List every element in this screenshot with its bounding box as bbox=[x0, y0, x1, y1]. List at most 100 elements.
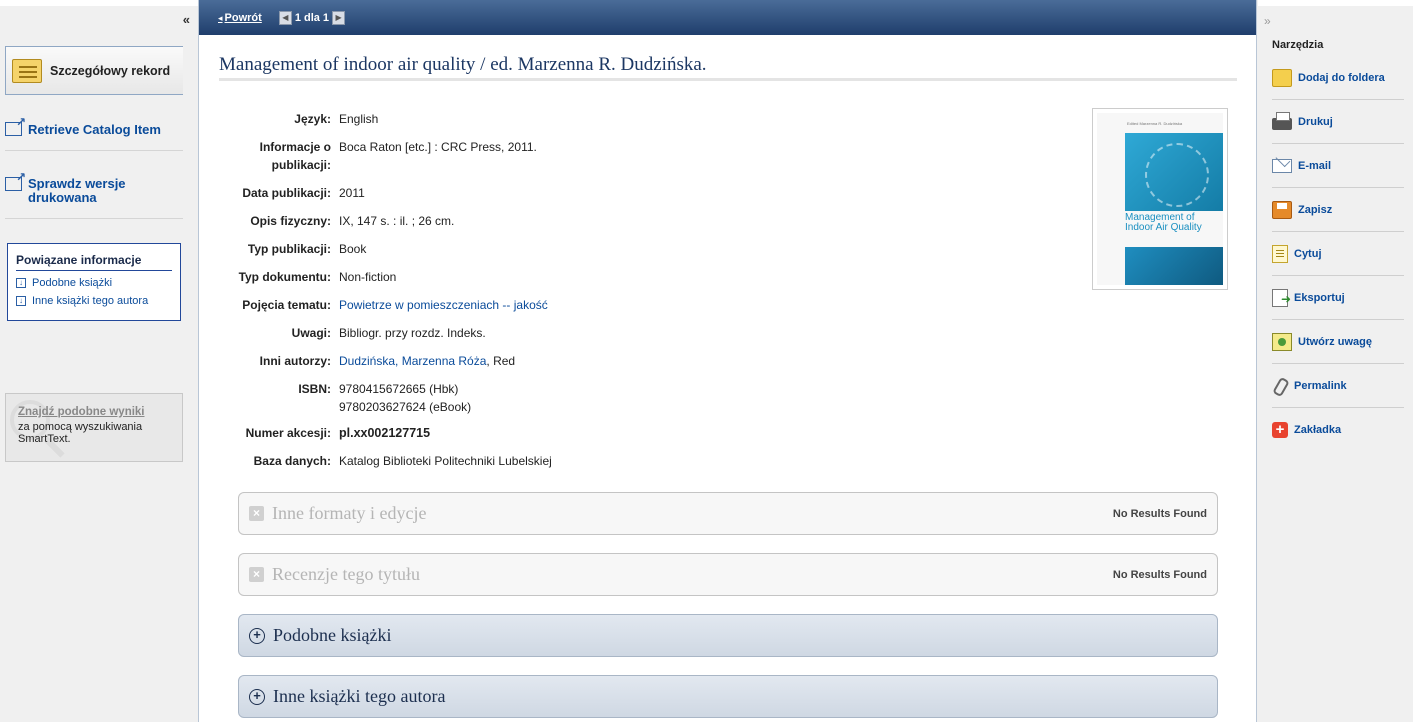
panel-reviews: × Recenzje tego tytułu No Results Found bbox=[238, 553, 1218, 596]
floppy-disk-icon bbox=[1272, 200, 1292, 219]
field-label: Uwagi: bbox=[291, 326, 331, 340]
tool-print[interactable]: Drukuj bbox=[1272, 100, 1404, 144]
expand-plus-icon[interactable]: + bbox=[249, 627, 265, 644]
tool-label: Cytuj bbox=[1294, 247, 1322, 260]
record-card-icon bbox=[12, 58, 42, 83]
author-role: , Red bbox=[486, 354, 516, 368]
field-label: Inni autorzy: bbox=[259, 354, 331, 368]
book-cover-image: Edited Marzenna R. Dudzińska Management … bbox=[1097, 113, 1223, 285]
related-info-title: Powiązane informacje bbox=[16, 253, 172, 271]
field-value: English bbox=[339, 112, 379, 126]
record-title: Management of indoor air quality / ed. M… bbox=[219, 54, 707, 75]
divider bbox=[5, 218, 183, 219]
author-link[interactable]: Dudzińska, Marzenna Róża bbox=[339, 354, 486, 368]
citation-icon bbox=[1272, 244, 1288, 263]
panel-author-books[interactable]: + Inne książki tego autora bbox=[238, 675, 1218, 718]
detailed-record-tab[interactable]: Szczegółowy rekord bbox=[5, 46, 183, 95]
field-value: Dudzińska, Marzenna Róża, Red bbox=[339, 352, 515, 370]
related-info-box: Powiązane informacje ↓ Podobne książki ↓… bbox=[7, 243, 181, 321]
field-row: Opis fizyczny: IX, 147 s. : il. ; 26 cm. bbox=[219, 212, 1039, 230]
book-cover[interactable]: Edited Marzenna R. Dudzińska Management … bbox=[1092, 108, 1228, 290]
field-label: Informacje o publikacji: bbox=[259, 140, 331, 172]
expand-plus-icon[interactable]: + bbox=[249, 688, 265, 705]
field-row: Inni autorzy: Dudzińska, Marzenna Róża, … bbox=[219, 352, 1039, 370]
field-value: 9780415672665 (Hbk) 9780203627624 (eBook… bbox=[339, 380, 471, 416]
field-value: IX, 147 s. : il. ; 26 cm. bbox=[339, 214, 455, 228]
check-print-version-link[interactable]: Sprawdz wersje drukowana bbox=[5, 170, 155, 205]
tool-email[interactable]: E-mail bbox=[1272, 144, 1404, 188]
cover-bottom-illustration bbox=[1125, 247, 1223, 285]
tool-export[interactable]: Eksportuj bbox=[1272, 276, 1404, 320]
field-row: Pojęcia tematu: Powietrze w pomieszczeni… bbox=[219, 296, 1039, 314]
export-icon bbox=[1272, 288, 1291, 307]
panel-title: Recenzje tego tytułu bbox=[272, 564, 420, 584]
panel-other-formats: × Inne formaty i edycje No Results Found bbox=[238, 492, 1218, 535]
related-item-label: Inne książki tego autora bbox=[32, 295, 149, 307]
tool-cite[interactable]: Cytuj bbox=[1272, 232, 1404, 276]
field-value: Katalog Biblioteki Politechniki Lubelski… bbox=[339, 454, 552, 468]
related-item-label: Podobne książki bbox=[32, 277, 113, 289]
back-link[interactable]: Powrót bbox=[218, 12, 262, 24]
smarttext-description: za pomocą wyszukiwania SmartText. bbox=[18, 421, 143, 445]
panel-title: Inne książki tego autora bbox=[273, 686, 446, 706]
tool-label: Permalink bbox=[1294, 379, 1347, 392]
disabled-x-icon: × bbox=[249, 567, 264, 582]
right-sidebar: » Narzędzia Dodaj do foldera Drukuj E-ma… bbox=[1258, 0, 1413, 722]
field-label: Baza danych: bbox=[253, 454, 331, 468]
cover-editor: Edited Marzenna R. Dudzińska bbox=[1127, 121, 1183, 126]
expand-sidebar-icon[interactable]: » bbox=[1264, 14, 1271, 28]
field-value: Bibliogr. przy rozdz. Indeks. bbox=[339, 326, 486, 340]
field-row: Data publikacji: 2011 bbox=[219, 184, 1039, 202]
field-label: Pojęcia tematu: bbox=[242, 298, 331, 312]
subject-link[interactable]: Powietrze w pomieszczeniach -- jakość bbox=[339, 296, 548, 314]
tool-label: Utwórz uwagę bbox=[1298, 335, 1372, 348]
collapse-sidebar-icon[interactable]: « bbox=[183, 12, 190, 27]
field-label: Język: bbox=[294, 112, 331, 126]
detailed-record-label: Szczegółowy rekord bbox=[50, 63, 171, 78]
retrieve-catalog-item-label: Retrieve Catalog Item bbox=[28, 122, 161, 137]
tools-heading: Narzędzia bbox=[1272, 39, 1324, 51]
field-row: Numer akcesji: pl.xx002127715 bbox=[219, 424, 1039, 442]
tool-label: E-mail bbox=[1298, 159, 1332, 172]
top-navigation-bar: Powrót ◀ 1 dla 1 ▶ bbox=[199, 0, 1256, 35]
field-value: Book bbox=[339, 242, 367, 256]
next-record-button[interactable]: ▶ bbox=[332, 10, 346, 25]
printer-icon bbox=[1272, 111, 1292, 130]
field-value: Boca Raton [etc.] : CRC Press, 2011. bbox=[339, 140, 537, 154]
retrieve-catalog-item-link[interactable]: Retrieve Catalog Item bbox=[5, 115, 183, 137]
bookmark-plus-icon: + bbox=[1272, 422, 1288, 438]
related-author-books-link[interactable]: ↓ Inne książki tego autora bbox=[16, 295, 172, 307]
panel-title: Podobne książki bbox=[273, 625, 392, 645]
record-fields: Język: English Informacje o publikacji: … bbox=[219, 110, 1039, 480]
previous-record-button[interactable]: ◀ bbox=[278, 10, 292, 25]
field-label: ISBN: bbox=[298, 382, 331, 396]
field-value: Non-fiction bbox=[339, 270, 397, 284]
tool-permalink[interactable]: Permalink bbox=[1272, 364, 1404, 408]
field-row: Informacje o publikacji: Boca Raton [etc… bbox=[219, 138, 1039, 174]
panel-title: Inne formaty i edycje bbox=[272, 503, 427, 523]
cover-top-illustration bbox=[1125, 133, 1223, 211]
find-similar-results-link[interactable]: Znajdź podobne wyniki bbox=[18, 406, 170, 418]
note-icon bbox=[1272, 332, 1292, 351]
chain-link-icon bbox=[1272, 377, 1288, 395]
related-similar-books-link[interactable]: ↓ Podobne książki bbox=[16, 277, 172, 289]
disabled-x-icon: × bbox=[249, 506, 264, 521]
isbn-hbk: 9780415672665 (Hbk) bbox=[339, 382, 459, 396]
tool-save[interactable]: Zapisz bbox=[1272, 188, 1404, 232]
tool-label: Drukuj bbox=[1298, 115, 1333, 128]
folder-icon bbox=[1272, 68, 1292, 87]
field-label: Typ publikacji: bbox=[247, 242, 331, 256]
tool-create-note[interactable]: Utwórz uwagę bbox=[1272, 320, 1404, 364]
tool-add-to-folder[interactable]: Dodaj do foldera bbox=[1272, 56, 1404, 100]
title-divider bbox=[219, 78, 1237, 81]
left-sidebar: « Szczegółowy rekord Retrieve Catalog It… bbox=[0, 0, 198, 722]
smarttext-box: Znajdź podobne wyniki za pomocą wyszukiw… bbox=[5, 393, 183, 462]
field-label: Typ dokumentu: bbox=[238, 270, 331, 284]
external-link-icon bbox=[5, 115, 26, 136]
tool-bookmark[interactable]: + Zakładka bbox=[1272, 408, 1404, 452]
download-arrow-icon: ↓ bbox=[16, 296, 26, 306]
field-value: pl.xx002127715 bbox=[339, 426, 431, 440]
panel-similar-books[interactable]: + Podobne książki bbox=[238, 614, 1218, 657]
divider bbox=[5, 150, 183, 151]
no-results-label: No Results Found bbox=[1112, 507, 1207, 520]
